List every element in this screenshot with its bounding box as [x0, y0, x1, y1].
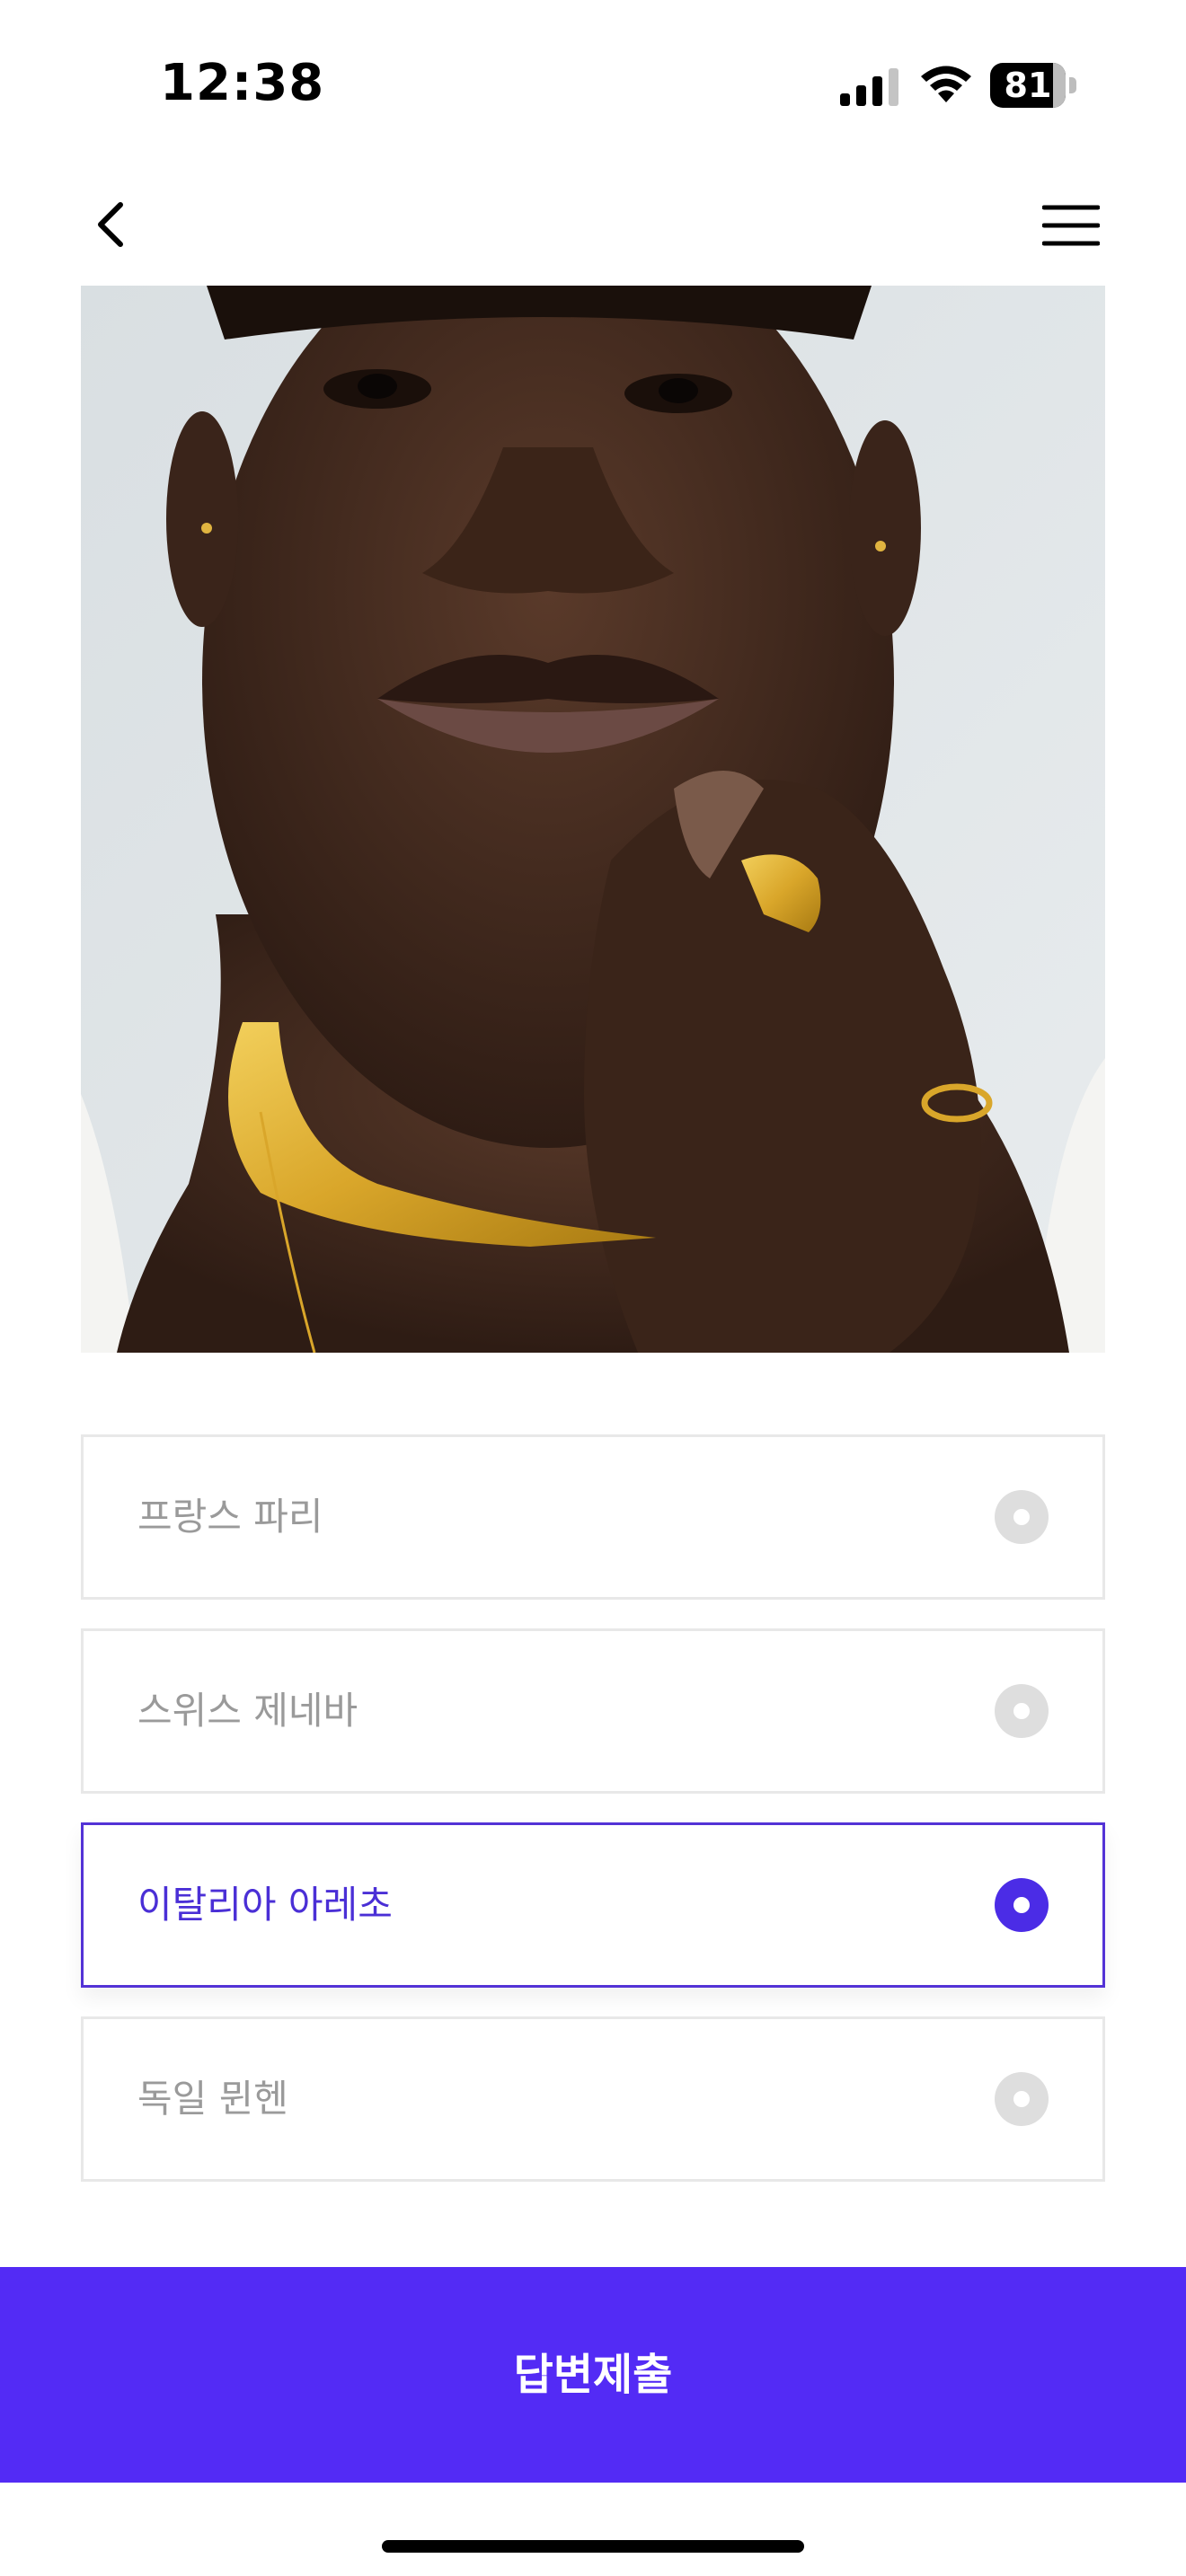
hamburger-menu-icon[interactable] [1042, 203, 1100, 248]
radio-dot-icon [1013, 1509, 1030, 1525]
option-france-paris[interactable]: 프랑스 파리 [81, 1434, 1105, 1600]
radio-button[interactable] [995, 1684, 1049, 1738]
battery-level: 81 [1004, 66, 1052, 105]
chevron-left-icon[interactable] [88, 198, 135, 251]
option-label: 스위스 제네바 [137, 1689, 358, 1733]
wifi-icon [921, 66, 971, 102]
radio-dot-icon [1013, 1703, 1030, 1719]
option-italy-arezzo[interactable]: 이탈리아 아레초 [81, 1822, 1105, 1988]
hero-image [81, 286, 1105, 1353]
radio-button-selected[interactable] [995, 1878, 1049, 1932]
submit-answer-button[interactable]: 답변제출 [0, 2267, 1186, 2483]
submit-label: 답변제출 [513, 2350, 673, 2400]
battery-icon: 81 [990, 63, 1078, 108]
radio-dot-icon [1013, 1897, 1030, 1913]
signal-icon [840, 68, 898, 106]
option-label: 독일 뮌헨 [137, 2077, 288, 2121]
radio-button[interactable] [995, 2072, 1049, 2126]
option-germany-munich[interactable]: 독일 뮌헨 [81, 2016, 1105, 2182]
radio-dot-icon [1013, 2091, 1030, 2107]
radio-button[interactable] [995, 1490, 1049, 1544]
status-time: 12:38 [160, 54, 325, 112]
option-label: 이탈리아 아레초 [137, 1883, 393, 1927]
home-indicator[interactable] [382, 2540, 804, 2553]
option-label: 프랑스 파리 [137, 1495, 323, 1539]
status-bar: 12:38 81 [0, 0, 1186, 171]
option-switzerland-geneva[interactable]: 스위스 제네바 [81, 1628, 1105, 1794]
